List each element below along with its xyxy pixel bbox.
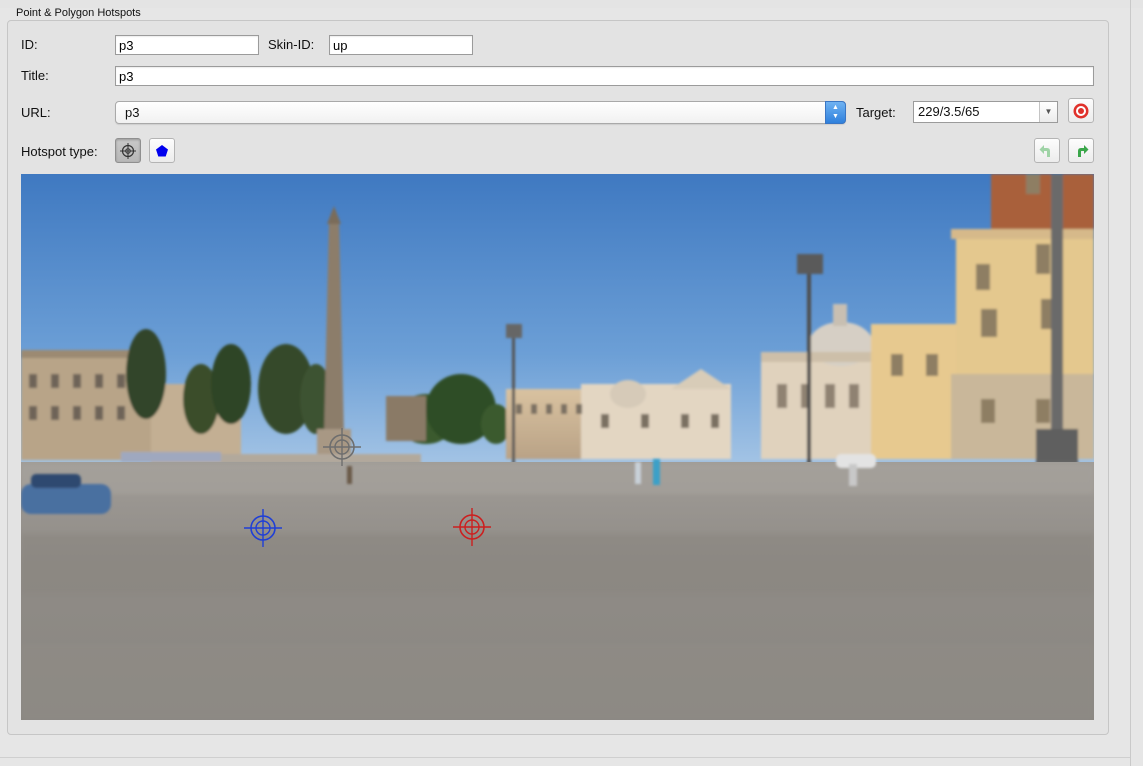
panel-title: Point & Polygon Hotspots (16, 7, 141, 19)
hotspot-gray-crosshair-icon[interactable] (321, 426, 363, 468)
target-combo-value: 229/3.5/65 (918, 104, 980, 119)
title-input[interactable] (115, 66, 1094, 86)
id-input[interactable] (115, 35, 259, 55)
url-select-value: p3 (125, 105, 140, 120)
polygon-type-button[interactable] (149, 138, 175, 163)
skin-id-label: Skin-ID: (268, 37, 315, 52)
pick-target-button[interactable] (1068, 98, 1094, 123)
point-type-button[interactable] (115, 138, 141, 163)
hotspot-type-label: Hotspot type: (21, 144, 98, 159)
updown-chevron-icon: ▲ ▼ (825, 101, 846, 124)
bottom-divider (0, 757, 1130, 758)
hotspot-blue-crosshair-icon[interactable] (242, 507, 284, 549)
top-strip (0, 0, 1143, 8)
url-select[interactable]: p3 ▲ ▼ (115, 101, 846, 124)
id-label: ID: (21, 37, 38, 52)
skin-id-input[interactable] (329, 35, 473, 55)
target-label: Target: (856, 105, 896, 120)
pentagon-icon (156, 144, 168, 156)
redo-button[interactable] (1068, 138, 1094, 163)
panorama-image (21, 174, 1094, 720)
title-label: Title: (21, 68, 49, 83)
crosshair-icon (120, 142, 136, 159)
chevron-down-icon[interactable]: ▼ (1039, 102, 1057, 122)
url-label: URL: (21, 105, 51, 120)
undo-button[interactable] (1034, 138, 1060, 163)
hotspot-red-crosshair-icon[interactable] (451, 506, 493, 548)
redo-arrow-icon (1078, 144, 1089, 157)
panorama-preview[interactable] (21, 174, 1094, 720)
target-combo[interactable]: 229/3.5/65 ▼ (913, 101, 1058, 123)
undo-arrow-icon (1039, 144, 1050, 157)
target-icon (1073, 103, 1089, 118)
window-divider (1130, 0, 1131, 766)
